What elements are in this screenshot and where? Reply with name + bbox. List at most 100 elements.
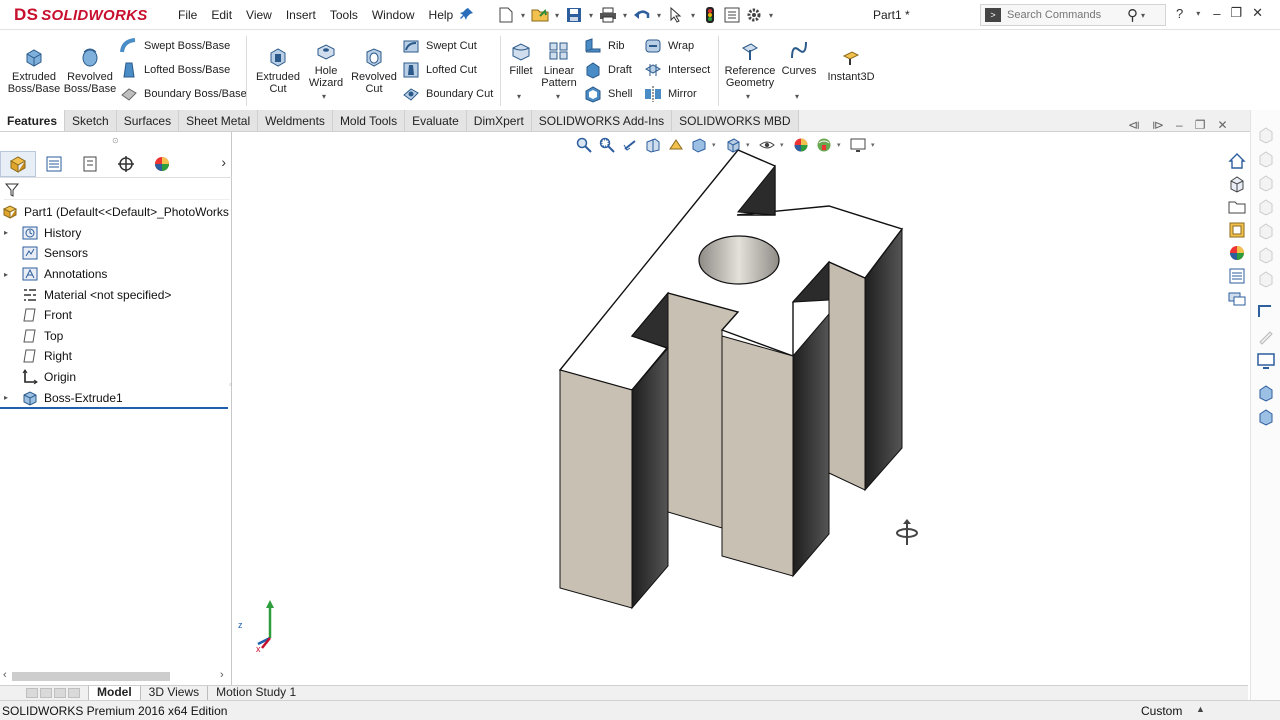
view-settings-icon[interactable] — [848, 136, 868, 154]
strip-screen-icon[interactable] — [1257, 352, 1275, 370]
swept-cut-button[interactable]: Swept Cut — [402, 36, 477, 56]
menu-window[interactable]: Window — [365, 8, 422, 22]
display-style-dropdown-icon[interactable]: ▾ — [746, 141, 754, 149]
graphics-area[interactable]: z x — [232, 132, 1248, 685]
scrollbar-thumb[interactable] — [12, 672, 170, 681]
strip-edit-icon[interactable] — [1257, 328, 1275, 346]
mirror-button[interactable]: Mirror — [644, 84, 697, 104]
design-library-icon[interactable] — [1226, 173, 1248, 194]
draft-button[interactable]: Draft — [584, 60, 632, 80]
select-pointer-icon[interactable] — [666, 5, 686, 25]
menu-tools[interactable]: Tools — [323, 8, 365, 22]
dynamic-annotation-icon[interactable] — [666, 136, 686, 154]
save-dropdown-icon[interactable]: ▾ — [586, 11, 596, 20]
solidworks-resources-icon[interactable] — [1226, 150, 1248, 171]
open-dropdown-icon[interactable]: ▾ — [552, 11, 562, 20]
menu-edit[interactable]: Edit — [204, 8, 239, 22]
scroll-right-icon[interactable]: › — [220, 669, 224, 681]
tree-item-origin[interactable]: Origin — [0, 367, 232, 388]
new-document-icon[interactable] — [496, 5, 516, 25]
revolved-cut-button[interactable]: Revolved Cut — [350, 46, 398, 95]
command-prompt-icon[interactable]: > — [985, 8, 1001, 22]
tree-horizontal-scrollbar[interactable]: ‹ › — [0, 669, 232, 683]
menu-view[interactable]: View — [239, 8, 279, 22]
viewport-restore-icon[interactable]: ❐ — [1195, 118, 1206, 132]
viewport-close-icon[interactable]: ✕ — [1217, 118, 1227, 132]
search-icon[interactable]: ⚲ — [1127, 6, 1138, 24]
rollback-bar[interactable] — [0, 407, 228, 409]
tab-dimxpert[interactable]: DimXpert — [466, 110, 532, 131]
strip-cube-icon[interactable] — [1257, 198, 1275, 216]
unit-system-selector[interactable]: Custom — [1141, 704, 1182, 718]
tab-sheet-metal[interactable]: Sheet Metal — [179, 110, 259, 131]
lofted-boss-button[interactable]: Lofted Boss/Base — [120, 60, 230, 80]
viewport-minimize-icon[interactable]: – — [1176, 118, 1183, 132]
apply-scene-dropdown-icon[interactable]: ▾ — [837, 141, 845, 149]
configuration-manager-tab[interactable] — [72, 151, 108, 177]
boundary-cut-button[interactable]: Boundary Cut — [402, 84, 493, 104]
display-style-icon[interactable] — [723, 136, 743, 154]
wrap-button[interactable]: Wrap — [644, 36, 694, 56]
strip-part-icon[interactable] — [1257, 408, 1275, 426]
view-palette-icon[interactable] — [1226, 219, 1248, 240]
tab-model[interactable]: Model — [88, 686, 140, 700]
tab-3d-views[interactable]: 3D Views — [139, 686, 207, 700]
scroll-left-icon[interactable]: ‹ — [3, 669, 7, 681]
strip-cube-icon[interactable] — [1257, 246, 1275, 264]
tree-root-part[interactable]: Part1 (Default<<Default>_PhotoWorks D — [0, 202, 241, 223]
undo-icon[interactable] — [632, 5, 652, 25]
fillet-dropdown-icon[interactable]: ▾ — [517, 92, 521, 101]
intersect-button[interactable]: Intersect — [644, 60, 710, 80]
fillet-button[interactable]: Fillet — [504, 40, 538, 77]
display-manager-tab[interactable] — [144, 151, 180, 177]
rib-button[interactable]: Rib — [584, 36, 625, 56]
undo-dropdown-icon[interactable]: ▾ — [654, 11, 664, 20]
expand-arrow-icon[interactable]: ▸ — [4, 228, 14, 237]
menu-insert[interactable]: Insert — [279, 8, 323, 22]
first-tab-icon[interactable] — [26, 688, 38, 698]
help-icon[interactable]: ? — [1176, 6, 1183, 21]
minimize-button[interactable]: – — [1213, 6, 1220, 21]
tree-item-boss-extrude1[interactable]: ▸ Boss-Extrude1 — [0, 387, 232, 408]
model-part-render[interactable] — [232, 132, 1248, 685]
tab-sketch[interactable]: Sketch — [65, 110, 117, 131]
hole-wizard-button[interactable]: Hole Wizard — [304, 40, 348, 89]
view-settings-dropdown-icon[interactable]: ▾ — [871, 141, 879, 149]
extruded-boss-button[interactable]: Extruded Boss/Base — [6, 46, 62, 95]
boundary-boss-button[interactable]: Boundary Boss/Base — [120, 84, 247, 104]
open-folder-icon[interactable] — [530, 5, 550, 25]
extruded-cut-button[interactable]: Extruded Cut — [252, 46, 304, 95]
strip-cube-icon[interactable] — [1257, 270, 1275, 288]
reference-geometry-dropdown-icon[interactable]: ▾ — [746, 92, 750, 101]
strip-cube-icon[interactable] — [1257, 222, 1275, 240]
hide-show-items-icon[interactable] — [757, 136, 777, 154]
view-orientation-icon[interactable] — [689, 136, 709, 154]
shell-button[interactable]: Shell — [584, 84, 632, 104]
strip-part-icon[interactable] — [1257, 384, 1275, 402]
help-dropdown-icon[interactable]: ▾ — [1193, 9, 1203, 18]
restore-button[interactable]: ❐ — [1230, 5, 1242, 21]
close-button[interactable]: ✕ — [1252, 5, 1263, 21]
appearances-scenes-icon[interactable] — [1226, 242, 1248, 263]
search-input[interactable] — [1007, 9, 1125, 21]
hide-show-dropdown-icon[interactable]: ▾ — [780, 141, 788, 149]
linear-pattern-dropdown-icon[interactable]: ▾ — [556, 92, 560, 101]
tree-item-annotations[interactable]: ▸ Annotations — [0, 264, 232, 285]
tab-surfaces[interactable]: Surfaces — [116, 110, 180, 131]
next-tab-icon[interactable] — [54, 688, 66, 698]
apply-scene-icon[interactable] — [814, 136, 834, 154]
feature-manager-tab[interactable] — [0, 150, 36, 177]
filter-bar[interactable] — [4, 180, 230, 200]
pin-menu-icon[interactable] — [460, 7, 474, 21]
lofted-cut-button[interactable]: Lofted Cut — [402, 60, 477, 80]
tree-item-sensors[interactable]: Sensors — [0, 243, 232, 264]
prev-tab-icon[interactable] — [40, 688, 52, 698]
section-view-icon[interactable] — [643, 136, 663, 154]
hole-wizard-dropdown-icon[interactable]: ▾ — [322, 92, 326, 101]
print-dropdown-icon[interactable]: ▾ — [620, 11, 630, 20]
tab-mbd[interactable]: SOLIDWORKS MBD — [672, 110, 799, 131]
save-icon[interactable] — [564, 5, 584, 25]
instant3d-button[interactable]: Instant3D — [824, 46, 878, 83]
forum-icon[interactable] — [1226, 288, 1248, 309]
edit-appearance-icon[interactable] — [791, 136, 811, 154]
